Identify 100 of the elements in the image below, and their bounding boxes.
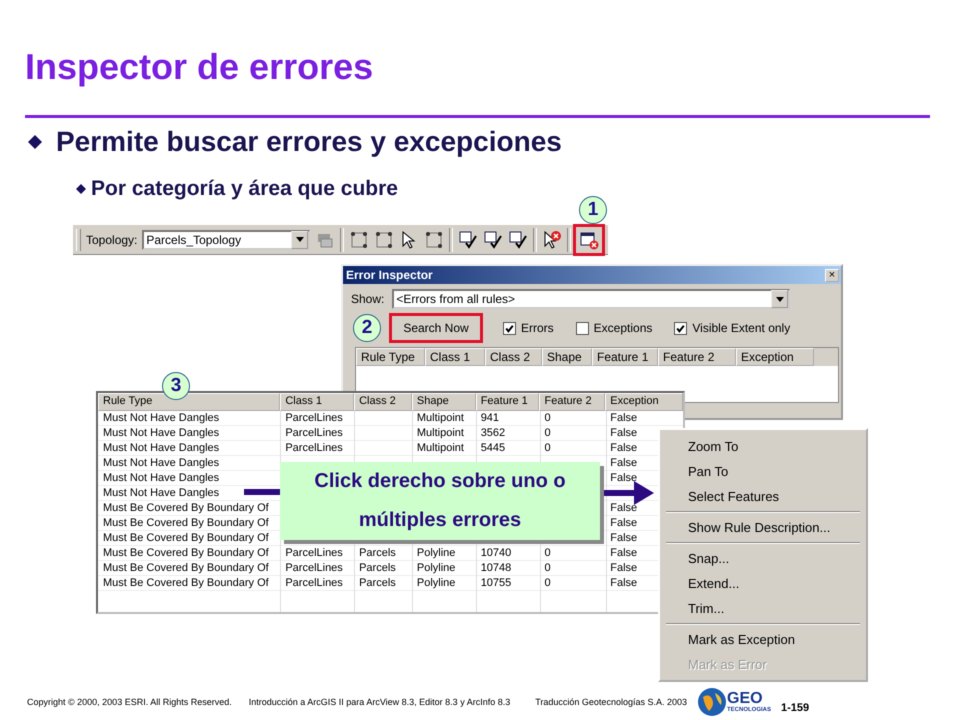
column-header[interactable]: Shape <box>542 348 592 366</box>
cursor-error-icon[interactable] <box>542 230 562 250</box>
menu-item[interactable]: Mark as Exception <box>660 627 866 652</box>
column-header[interactable]: Class 2 <box>354 393 412 411</box>
course-text: Introducción a ArcGIS II para ArcView 8.3, Editor 8.3 y ArcInfo 8.3 <box>248 696 510 706</box>
table-cell: 3562 <box>480 427 506 439</box>
logo-text: GEO <box>727 690 764 706</box>
table-cell: False <box>610 517 638 529</box>
table-cell: 0 <box>544 547 551 559</box>
table-cell: 10740 <box>480 547 512 559</box>
table-cell: Polyline <box>416 562 456 574</box>
table-cell: ParcelLines <box>285 412 343 424</box>
table-cell: Must Not Have Dangles <box>103 472 220 484</box>
checkbox-label: Visible Extent only <box>692 321 790 335</box>
show-dropdown[interactable]: <Errors from all rules> <box>392 289 790 309</box>
column-header[interactable]: Feature 2 <box>539 393 606 411</box>
table-cell: 0 <box>544 577 551 589</box>
column-header[interactable]: Rule Type <box>98 393 280 411</box>
table-cell: False <box>610 412 638 424</box>
toolbar-label: Topology: <box>86 232 138 246</box>
table-cell: 5445 <box>480 442 506 454</box>
table-cell: Must Be Covered By Boundary Of <box>103 532 269 544</box>
table-cell: 0 <box>544 412 551 424</box>
globe-icon <box>697 686 727 716</box>
error-window-icon[interactable] <box>579 230 600 250</box>
menu-item[interactable]: Trim... <box>660 596 866 621</box>
column-header[interactable]: Feature 2 <box>658 348 736 366</box>
arrow-right-icon <box>602 481 654 505</box>
column-header[interactable]: Class 1 <box>280 393 354 411</box>
bullet-icon <box>76 184 86 194</box>
dropdown-arrow-icon[interactable] <box>776 296 784 302</box>
column-header[interactable]: Feature 1 <box>476 393 540 411</box>
column-header[interactable]: Rule Type <box>356 348 425 366</box>
column-header[interactable]: Exception <box>605 393 683 411</box>
table-cell: Must Be Covered By Boundary Of <box>103 562 269 574</box>
column-header[interactable]: Shape <box>412 393 476 411</box>
table-cell: Multipoint <box>416 412 464 424</box>
table-cell: 10748 <box>480 562 512 574</box>
page-number: 1-159 <box>781 700 810 714</box>
copyright-text: Copyright © 2000, 2003 ESRI. All Rights Reserved. <box>27 696 232 706</box>
check-icon[interactable] <box>458 230 478 250</box>
bullet-icon <box>28 135 42 149</box>
close-button[interactable]: × <box>825 268 839 282</box>
menu-item[interactable]: Snap... <box>660 546 866 571</box>
table-cell: Must Not Have Dangles <box>103 412 220 424</box>
table-cell: 0 <box>544 442 551 454</box>
table-cell: Must Not Have Dangles <box>103 427 220 439</box>
table-cell: False <box>610 577 638 589</box>
table-cell: Must Be Covered By Boundary Of <box>103 547 269 559</box>
callout-text: Click derecho sobre uno o <box>314 470 566 493</box>
check-icon[interactable] <box>508 230 528 250</box>
menu-item[interactable]: Pan To <box>660 459 866 484</box>
table-cell: Must Be Covered By Boundary Of <box>103 502 269 514</box>
table-cell: 0 <box>544 562 551 574</box>
table-cell: Must Not Have Dangles <box>103 442 220 454</box>
column-header[interactable]: Feature 1 <box>592 348 658 366</box>
table-cell: False <box>610 547 638 559</box>
checkbox-label: Exceptions <box>594 321 652 335</box>
dialog-title: Error Inspector <box>346 268 433 282</box>
table-cell: Multipoint <box>416 442 464 454</box>
table-cell: False <box>610 472 638 484</box>
table-cell: Parcels <box>359 547 396 559</box>
table-cell: False <box>610 532 638 544</box>
menu-item[interactable]: Extend... <box>660 571 866 596</box>
checkbox[interactable] <box>576 322 589 334</box>
checkbox[interactable] <box>674 322 688 334</box>
checkbox-label: Errors <box>521 321 554 335</box>
column-header[interactable]: Class 2 <box>485 348 542 366</box>
checkbox[interactable] <box>503 322 516 334</box>
table-cell: ParcelLines <box>285 442 343 454</box>
table-cell: 941 <box>480 412 500 424</box>
translation-text: Traducción Geotecnologías S.A. 2003 <box>535 696 687 706</box>
check-icon[interactable] <box>483 230 504 250</box>
menu-item[interactable]: Select Features <box>660 484 866 509</box>
table-cell: Must Not Have Dangles <box>103 487 220 499</box>
table-cell: False <box>610 562 638 574</box>
column-header[interactable]: Class 1 <box>425 348 485 366</box>
topology-dropdown[interactable]: Parcels_Topology <box>142 230 310 250</box>
table-cell: ParcelLines <box>285 577 343 589</box>
table-cell: Polyline <box>416 547 456 559</box>
slide-title: Inspector de errores <box>25 46 374 88</box>
column-header[interactable]: Exception <box>736 348 814 366</box>
menu-item[interactable]: Zoom To <box>660 434 866 459</box>
bullet-text: Permite buscar errores y excepciones <box>56 126 562 158</box>
table-cell: Polyline <box>416 577 456 589</box>
step-badge: 3 <box>162 372 190 400</box>
table-cell: Must Not Have Dangles <box>103 457 220 469</box>
menu-item[interactable]: Show Rule Description... <box>660 515 866 540</box>
bullet-text: Por categoría y área que cubre <box>91 177 398 201</box>
nodes-icon[interactable] <box>424 230 444 250</box>
show-label: Show: <box>351 292 384 306</box>
dropdown-arrow-icon[interactable] <box>296 237 304 242</box>
table-cell: Must Be Covered By Boundary Of <box>103 517 269 529</box>
table-cell: 0 <box>544 427 551 439</box>
table-cell: False <box>610 442 638 454</box>
table-cell: False <box>610 427 638 439</box>
table-cell: Multipoint <box>416 427 464 439</box>
nodes-icon[interactable] <box>374 230 394 250</box>
table-cell: False <box>610 502 638 514</box>
nodes-icon[interactable] <box>349 230 370 250</box>
